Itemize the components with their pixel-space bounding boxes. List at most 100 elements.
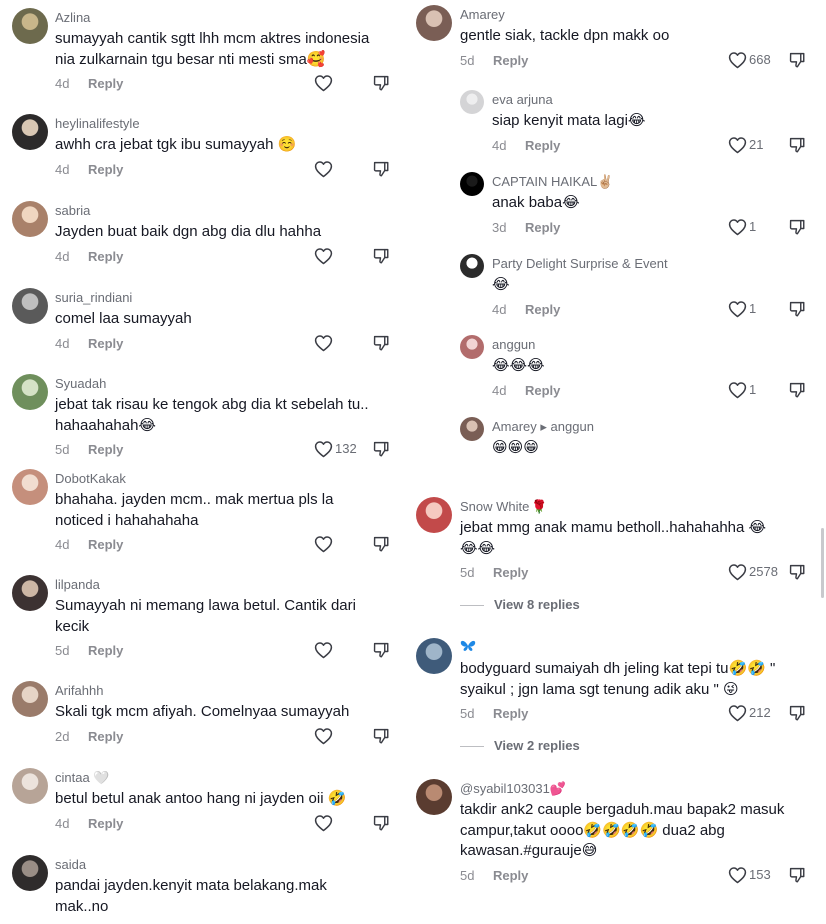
- view-replies-button[interactable]: View 8 replies: [460, 597, 580, 613]
- reply-button[interactable]: Reply: [493, 868, 528, 884]
- avatar[interactable]: [416, 497, 452, 533]
- avatar[interactable]: [12, 681, 48, 717]
- like-button[interactable]: 1: [728, 218, 774, 236]
- comment-username[interactable]: Syuadah: [55, 376, 106, 392]
- like-button[interactable]: 21: [728, 136, 774, 154]
- avatar[interactable]: [12, 288, 48, 324]
- reply-button[interactable]: Reply: [88, 162, 123, 178]
- comment-item: anggun 😂😂😂 4d Reply 1: [410, 335, 826, 398]
- like-button[interactable]: [314, 160, 360, 178]
- dislike-button[interactable]: [788, 51, 808, 69]
- dislike-button[interactable]: [788, 300, 808, 318]
- heart-icon: [728, 564, 747, 581]
- dislike-button[interactable]: [372, 727, 392, 745]
- dislike-button[interactable]: [372, 440, 392, 458]
- reply-button[interactable]: Reply: [493, 53, 528, 69]
- avatar[interactable]: [12, 768, 48, 804]
- like-button[interactable]: 212: [728, 704, 774, 722]
- avatar[interactable]: [12, 201, 48, 237]
- dislike-button[interactable]: [372, 247, 392, 265]
- comment-username[interactable]: cintaa 🤍: [55, 770, 110, 786]
- avatar[interactable]: [460, 335, 484, 359]
- like-button[interactable]: [314, 814, 360, 832]
- like-button[interactable]: [314, 535, 360, 553]
- dislike-button[interactable]: [372, 535, 392, 553]
- reply-button[interactable]: Reply: [88, 729, 123, 745]
- comment-username[interactable]: Azlina: [55, 10, 90, 26]
- dislike-icon: [373, 815, 389, 830]
- comment-username[interactable]: suria_rindiani: [55, 290, 132, 306]
- dislike-button[interactable]: [372, 74, 392, 92]
- comment-username[interactable]: saida: [55, 857, 86, 873]
- like-button[interactable]: 153: [728, 866, 774, 884]
- reply-button[interactable]: Reply: [525, 383, 560, 399]
- avatar[interactable]: [12, 855, 48, 891]
- comment-username[interactable]: CAPTAIN HAIKAL✌🏼: [492, 174, 613, 190]
- avatar[interactable]: [460, 172, 484, 196]
- avatar[interactable]: [12, 114, 48, 150]
- comment-username[interactable]: Snow White 🌹: [460, 499, 548, 515]
- like-button[interactable]: 2578: [728, 563, 778, 581]
- comment-username[interactable]: @syabil103031💕: [460, 781, 566, 797]
- reply-button[interactable]: Reply: [88, 336, 123, 352]
- comment-username[interactable]: DobotKakak: [55, 471, 126, 487]
- dislike-button[interactable]: [372, 160, 392, 178]
- reply-button[interactable]: Reply: [88, 249, 123, 265]
- dislike-button[interactable]: [788, 381, 808, 399]
- dislike-button[interactable]: [372, 814, 392, 832]
- comment-username[interactable]: lilpanda: [55, 577, 100, 593]
- dislike-button[interactable]: [788, 704, 808, 722]
- reply-button[interactable]: Reply: [88, 537, 123, 553]
- like-count: 668: [749, 51, 771, 67]
- comment-username[interactable]: Amarey: [460, 7, 505, 23]
- view-replies-button[interactable]: View 2 replies: [460, 738, 580, 754]
- dislike-button[interactable]: [372, 641, 392, 659]
- reply-button[interactable]: Reply: [88, 442, 123, 458]
- like-button[interactable]: [314, 74, 360, 92]
- scrollbar[interactable]: [821, 528, 824, 598]
- comment-username[interactable]: anggun: [492, 337, 535, 353]
- comment-text: campur,takut oooo🤣🤣🤣🤣 dua2 abg: [460, 821, 725, 839]
- comment-username[interactable]: Amarey ▸ anggun: [492, 419, 594, 435]
- comment-username[interactable]: Party Delight Surprise & Event: [492, 256, 668, 272]
- avatar[interactable]: [460, 417, 484, 441]
- reply-button[interactable]: Reply: [493, 565, 528, 581]
- like-button[interactable]: 132: [314, 440, 360, 458]
- reply-button[interactable]: Reply: [525, 220, 560, 236]
- reply-button[interactable]: Reply: [88, 76, 123, 92]
- avatar[interactable]: [460, 254, 484, 278]
- like-button[interactable]: [314, 247, 360, 265]
- comment-username[interactable]: heylinalifestyle: [55, 116, 140, 132]
- reply-button[interactable]: Reply: [525, 302, 560, 318]
- avatar[interactable]: [460, 90, 484, 114]
- reply-button[interactable]: Reply: [525, 138, 560, 154]
- dislike-button[interactable]: [788, 563, 808, 581]
- avatar[interactable]: [416, 5, 452, 41]
- avatar[interactable]: [416, 638, 452, 674]
- comment-username[interactable]: sabria: [55, 203, 90, 219]
- reply-button[interactable]: Reply: [493, 706, 528, 722]
- butterfly-icon: [460, 639, 476, 657]
- dislike-button[interactable]: [788, 866, 808, 884]
- dislike-button[interactable]: [372, 334, 392, 352]
- avatar[interactable]: [416, 779, 452, 815]
- reply-button[interactable]: Reply: [88, 643, 123, 659]
- avatar[interactable]: [12, 469, 48, 505]
- dislike-button[interactable]: [788, 218, 808, 236]
- comment-username[interactable]: Arifahhh: [55, 683, 103, 699]
- like-button[interactable]: [314, 334, 360, 352]
- like-button[interactable]: [314, 727, 360, 745]
- avatar[interactable]: [12, 374, 48, 410]
- like-button[interactable]: 1: [728, 300, 774, 318]
- comment-username[interactable]: eva arjuna: [492, 92, 553, 108]
- comment-time: 4d: [492, 382, 507, 398]
- like-button[interactable]: 668: [728, 51, 774, 69]
- reply-button[interactable]: Reply: [88, 816, 123, 832]
- comment-text: mak..no: [55, 897, 109, 915]
- avatar[interactable]: [12, 8, 48, 44]
- heart-icon: [314, 247, 333, 264]
- avatar[interactable]: [12, 575, 48, 611]
- dislike-button[interactable]: [788, 136, 808, 154]
- like-button[interactable]: [314, 641, 360, 659]
- like-button[interactable]: 1: [728, 381, 774, 399]
